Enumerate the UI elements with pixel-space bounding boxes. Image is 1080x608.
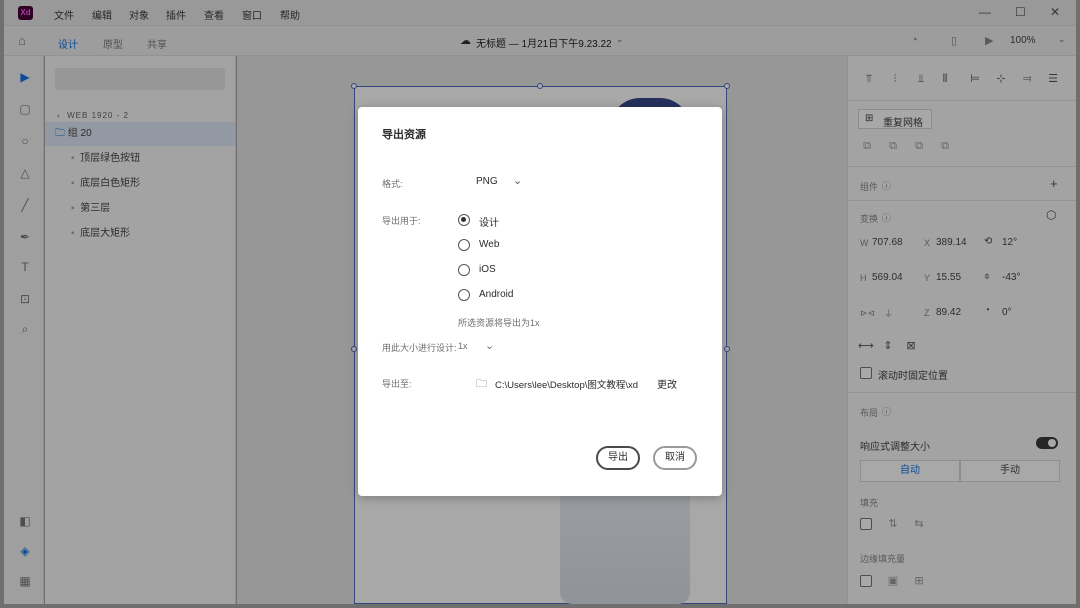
radio-design[interactable] (458, 214, 470, 226)
radio-web[interactable] (458, 239, 470, 251)
radio-web-label[interactable]: Web (479, 239, 499, 250)
folder-icon: 🗀 (476, 378, 487, 390)
dialog-title: 导出资源 (382, 129, 426, 141)
export-path: C:\Users\lee\Desktop\图文教程\xd (495, 380, 639, 391)
radio-android[interactable] (458, 289, 470, 301)
export-for-label: 导出用于: (382, 216, 421, 226)
radio-android-label[interactable]: Android (479, 289, 513, 300)
format-select[interactable]: PNG ⌄ (476, 175, 536, 191)
radio-ios-label[interactable]: iOS (479, 264, 496, 275)
cancel-button[interactable]: 取消 (653, 446, 697, 470)
export-dialog: 导出资源 格式: PNG ⌄ 导出用于: 设计 Web iOS Android … (358, 107, 722, 496)
design-size-value: 1x (458, 341, 468, 351)
export-hint: 所选资源将导出为1x (458, 318, 540, 328)
format-label: 格式: (382, 179, 403, 189)
radio-design-label[interactable]: 设计 (479, 214, 499, 229)
chevron-down-icon: ⌄ (513, 175, 523, 187)
design-size-label: 用此大小进行设计: (382, 343, 457, 353)
change-path-link[interactable]: 更改 (657, 376, 677, 391)
design-size-select[interactable]: 1x ⌄ (458, 339, 498, 355)
radio-ios[interactable] (458, 264, 470, 276)
chevron-down-icon: ⌄ (485, 340, 495, 352)
format-value: PNG (476, 176, 498, 187)
export-to-label: 导出至: (382, 379, 412, 389)
export-button[interactable]: 导出 (596, 446, 640, 470)
